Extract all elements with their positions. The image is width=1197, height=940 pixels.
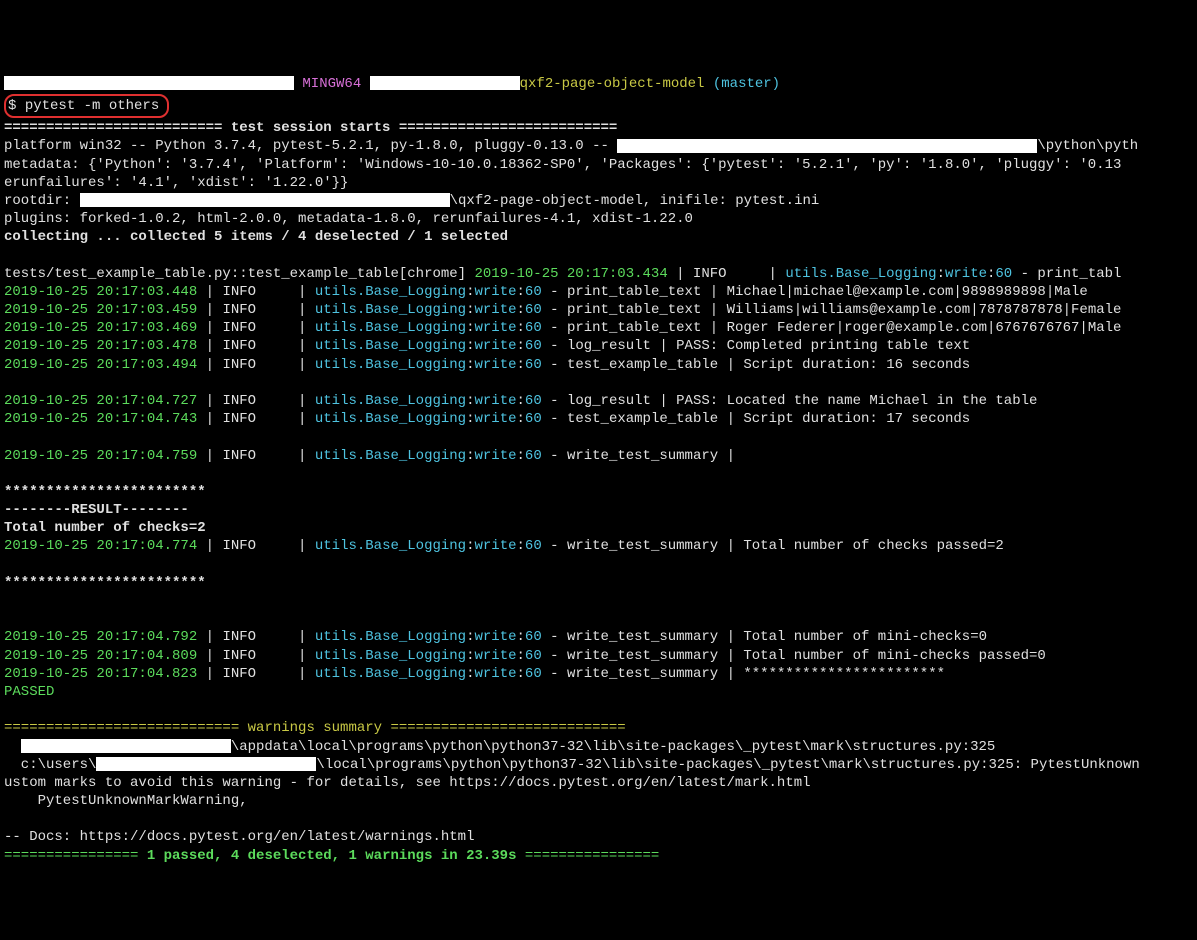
test-id: tests/test_example_table.py::test_exampl… xyxy=(4,266,474,282)
warning-detail: ustom marks to avoid this warning - for … xyxy=(4,775,811,791)
prompt-dollar: $ xyxy=(8,98,16,114)
collecting-line: collecting ... collected 5 items / 4 des… xyxy=(4,229,508,245)
total-checks: Total number of checks=2 xyxy=(4,520,206,536)
rootdir-prefix: rootdir: xyxy=(4,193,80,209)
platform-line: platform win32 -- Python 3.7.4, pytest-5… xyxy=(4,138,617,154)
docs-link: -- Docs: https://docs.pytest.org/en/late… xyxy=(4,829,474,845)
command-text[interactable]: pytest -m others xyxy=(25,98,159,114)
summary-footer: 1 passed, 4 deselected, 1 warnings in 23… xyxy=(147,848,517,864)
rootdir-suffix: \qxf2-page-object-model, inifile: pytest… xyxy=(450,193,820,209)
warning-path-1: \appdata\local\programs\python\python37-… xyxy=(231,739,996,755)
command-highlight: $ pytest -m others xyxy=(4,94,169,118)
rerun-line: erunfailures': '4.1', 'xdist': '1.22.0'}… xyxy=(4,175,348,191)
warning-path-2: \local\programs\python\python37-32\lib\s… xyxy=(316,757,1139,773)
warnings-header: ============================ warnings su… xyxy=(4,720,626,736)
session-header: ========================== test session … xyxy=(4,120,617,136)
mingw-label: MINGW64 xyxy=(302,76,361,92)
stars-divider: ************************ xyxy=(4,484,206,500)
plugins-line: plugins: forked-1.0.2, html-2.0.0, metad… xyxy=(4,211,693,227)
metadata-line: metadata: {'Python': '3.7.4', 'Platform'… xyxy=(4,157,1121,173)
cwd-path: qxf2-page-object-model xyxy=(520,76,705,92)
result-header: --------RESULT-------- xyxy=(4,502,189,518)
git-branch: (master) xyxy=(713,76,780,92)
terminal-output: MINGW64 qxf2-page-object-model (master) … xyxy=(0,55,1197,867)
warning-class: PytestUnknownMarkWarning, xyxy=(4,793,248,809)
passed-label: PASSED xyxy=(4,684,54,700)
stars-divider-2: ************************ xyxy=(4,575,206,591)
